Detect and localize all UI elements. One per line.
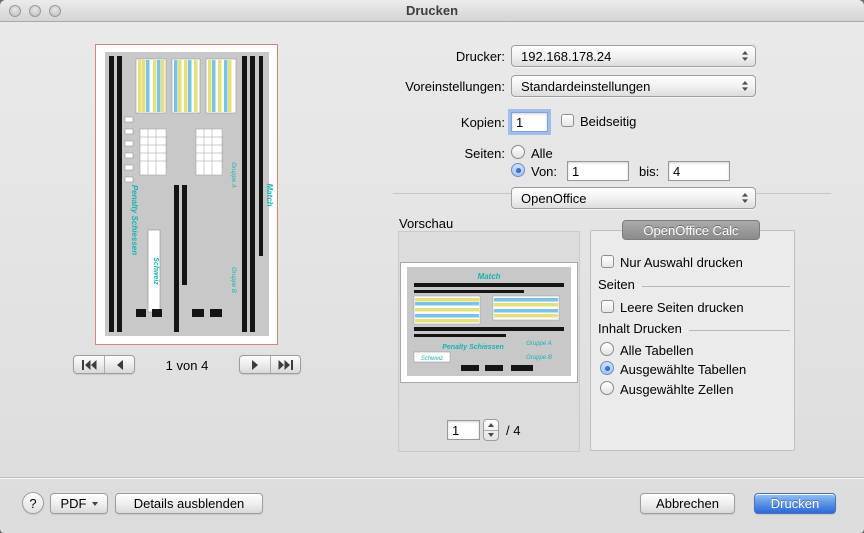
- skip-to-last-icon: [278, 360, 294, 370]
- skip-to-first-icon: [81, 360, 97, 370]
- printer-select-value: 192.168.178.24: [521, 49, 611, 64]
- print-button[interactable]: Drucken: [754, 493, 836, 514]
- nav-next-button[interactable]: [240, 356, 270, 373]
- calc-options-tab[interactable]: OpenOffice Calc: [622, 220, 760, 240]
- selected-cells-label: Ausgewählte Zellen: [620, 382, 733, 397]
- nav-prev-button[interactable]: [104, 356, 134, 373]
- print-preview-page: Penalty Schiessen Schweiz Match Gruppe A…: [95, 44, 278, 345]
- presets-label: Voreinstellungen:: [280, 79, 505, 94]
- page-stepper-down[interactable]: [484, 430, 498, 441]
- preview-nav-right-group: [239, 355, 301, 374]
- pdf-menu-button[interactable]: PDF: [50, 493, 108, 514]
- printer-select[interactable]: 192.168.178.24: [511, 45, 756, 67]
- page-indicator: 1 von 4: [137, 358, 237, 373]
- vorschau-label: Vorschau: [399, 216, 453, 231]
- pdf-button-label: PDF: [61, 496, 87, 511]
- all-tables-label: Alle Tabellen: [620, 343, 693, 358]
- pages-label: Seiten:: [280, 146, 505, 161]
- footer-divider: [0, 477, 864, 479]
- vorschau-text-penalty: Penalty Schiessen: [442, 344, 503, 351]
- page-number-input[interactable]: [447, 420, 480, 440]
- popup-arrows-icon: [741, 80, 749, 95]
- print-selection-only-label: Nur Auswahl drucken: [620, 255, 743, 270]
- cancel-button-label: Abbrechen: [656, 496, 719, 511]
- next-page-icon: [251, 360, 259, 370]
- pages-from-input[interactable]: [567, 161, 629, 181]
- page-number-stepper: [483, 419, 499, 441]
- page-stepper-up[interactable]: [484, 420, 498, 430]
- pages-section-header: Seiten: [598, 277, 790, 292]
- cancel-button[interactable]: Abbrechen: [640, 493, 735, 514]
- vorschau-preview-svg: Match Penalty Schiessen: [401, 263, 577, 382]
- preview-text-gruppe-a: Gruppe A: [230, 162, 236, 187]
- duplex-checkbox[interactable]: [561, 114, 574, 127]
- presets-select[interactable]: Standardeinstellungen: [511, 75, 756, 97]
- print-empty-pages-checkbox[interactable]: [601, 300, 614, 313]
- preview-text-match: Match: [265, 183, 274, 206]
- pages-section-title: Seiten: [598, 277, 635, 292]
- print-dialog-window: Drucken: [0, 0, 864, 533]
- selected-cells-radio[interactable]: [600, 381, 614, 395]
- print-empty-pages-label: Leere Seiten drucken: [620, 300, 744, 315]
- preview-text-gruppe-b: Gruppe B: [230, 267, 236, 293]
- popup-arrows-icon: [741, 192, 749, 207]
- print-preview-image: Penalty Schiessen Schweiz Match Gruppe A…: [96, 45, 277, 344]
- pages-to-label: bis:: [639, 164, 659, 179]
- content-section-header: Inhalt Drucken: [598, 321, 790, 336]
- vorschau-preview-image: Match Penalty Schiessen: [400, 262, 578, 383]
- vorschau-text-gruppe-b: Gruppe B: [526, 355, 552, 361]
- details-toggle-button[interactable]: Details ausblenden: [115, 493, 263, 514]
- stepper-up-icon: [488, 423, 494, 427]
- copies-label: Kopien:: [280, 115, 505, 130]
- presets-select-value: Standardeinstellungen: [521, 79, 650, 94]
- preview-nav-left-group: [73, 355, 135, 374]
- nav-first-button[interactable]: [74, 356, 104, 373]
- all-tables-radio[interactable]: [600, 342, 614, 356]
- help-button-label: ?: [29, 496, 36, 511]
- details-toggle-label: Details ausblenden: [134, 496, 245, 511]
- popup-arrows-icon: [741, 50, 749, 65]
- section-rule: [642, 286, 790, 287]
- previous-page-icon: [116, 360, 124, 370]
- vorschau-text-schweiz: Schweiz: [421, 356, 443, 362]
- preview-text-schweiz: Schweiz: [152, 257, 159, 285]
- printer-label: Drucker:: [280, 49, 505, 64]
- copies-input[interactable]: [511, 112, 548, 132]
- chevron-down-icon: [92, 502, 98, 506]
- pages-all-label: Alle: [531, 146, 553, 161]
- content-section-title: Inhalt Drucken: [598, 321, 682, 336]
- print-selection-only-checkbox[interactable]: [601, 255, 614, 268]
- page-total-label: / 4: [506, 423, 520, 438]
- print-button-label: Drucken: [771, 496, 819, 511]
- pages-from-label: Von:: [531, 164, 557, 179]
- preview-text-penalty: Penalty Schiessen: [130, 185, 139, 255]
- titlebar: Drucken: [0, 0, 864, 22]
- pages-all-radio[interactable]: [511, 145, 525, 159]
- app-options-select-value: OpenOffice: [521, 191, 587, 206]
- duplex-label: Beidseitig: [580, 114, 636, 129]
- selected-tables-label: Ausgewählte Tabellen: [620, 362, 746, 377]
- help-button[interactable]: ?: [22, 492, 44, 514]
- pages-to-input[interactable]: [668, 161, 730, 181]
- nav-last-button[interactable]: [270, 356, 300, 373]
- app-options-select[interactable]: OpenOffice: [511, 187, 756, 209]
- stepper-down-icon: [488, 433, 494, 437]
- window-title: Drucken: [0, 3, 864, 18]
- selected-tables-radio[interactable]: [600, 361, 614, 375]
- pages-from-radio[interactable]: [511, 163, 525, 177]
- section-rule: [689, 330, 790, 331]
- vorschau-text-gruppe-a: Gruppe A: [526, 341, 551, 347]
- vorschau-text-match: Match: [477, 272, 500, 281]
